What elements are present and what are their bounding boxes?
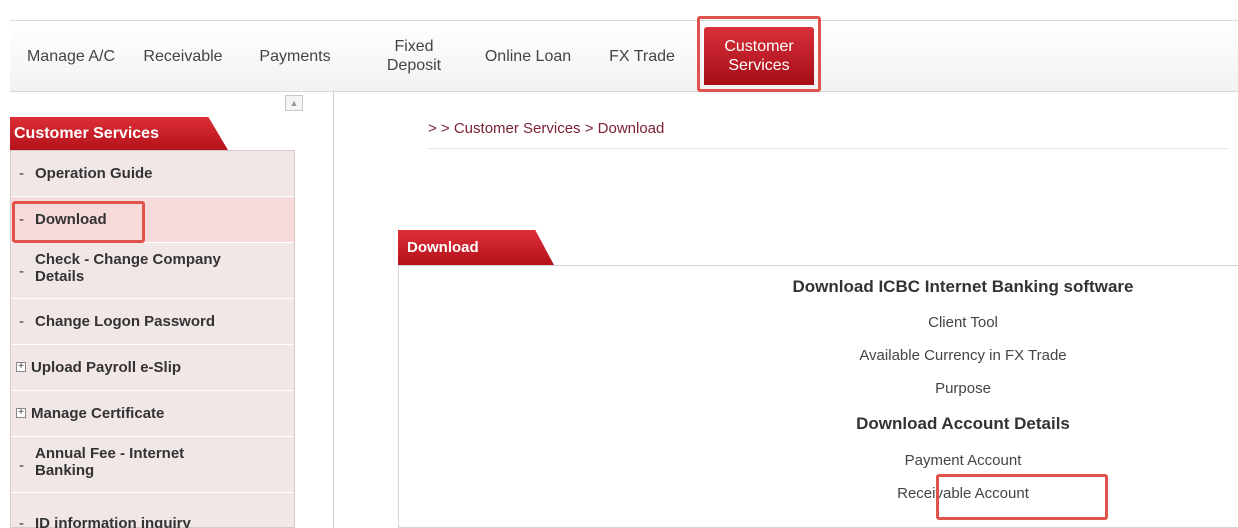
sidebar-item-label-line2: Details xyxy=(35,268,85,285)
purpose-link[interactable]: Purpose xyxy=(688,380,1238,397)
nav-label-line2: Deposit xyxy=(386,57,442,74)
top-navigation: Manage A/C Receivable Payments Fixed Dep… xyxy=(10,20,1238,92)
sidebar-item-manage-certificate[interactable]: + Manage Certificate xyxy=(11,391,294,437)
sidebar-item-label: Operation Guide xyxy=(35,165,153,182)
sidebar-item-label: Upload Payroll e-Slip xyxy=(31,359,182,376)
nav-fixed-deposit[interactable]: Fixed Deposit xyxy=(380,21,448,91)
nav-manage-ac[interactable]: Manage A/C xyxy=(10,21,132,91)
sidebar-item-check-change-company-details[interactable]: - Check - Change Company Details xyxy=(11,243,294,299)
sidebar-item-label-line1: Annual Fee - Internet xyxy=(35,445,185,462)
sidebar-item-label-line1: Check - Change Company xyxy=(35,251,221,268)
sidebar-item-download[interactable]: - Download xyxy=(11,197,294,243)
sidebar-item-change-logon-password[interactable]: - Change Logon Password xyxy=(11,299,294,345)
software-heading: Download ICBC Internet Banking software xyxy=(792,277,1134,296)
dash-icon: - xyxy=(19,515,24,528)
nav-label-line2: Services xyxy=(728,57,790,74)
expand-plus-icon[interactable]: + xyxy=(16,362,26,372)
nav-label: Payments xyxy=(259,47,331,65)
nav-receivable[interactable]: Receivable xyxy=(134,21,232,91)
collapse-up-icon[interactable]: ▲ xyxy=(285,95,303,111)
client-tool-link[interactable]: Client Tool xyxy=(688,314,1238,331)
nav-fx-trade[interactable]: FX Trade xyxy=(602,21,682,91)
nav-label: Online Loan xyxy=(484,47,572,65)
sidebar-header-label: Customer Services xyxy=(14,124,159,142)
sidebar-item-label: Change Logon Password xyxy=(35,313,216,330)
sidebar-item-id-information-inquiry[interactable]: - ID information inquiry xyxy=(11,493,294,528)
dash-icon: - xyxy=(19,211,24,228)
dash-icon: - xyxy=(19,165,24,182)
nav-online-loan[interactable]: Online Loan xyxy=(474,21,582,91)
account-details-heading: Download Account Details xyxy=(856,414,1070,433)
sidebar-item-label: ID information inquiry xyxy=(35,515,191,528)
sidebar-item-annual-fee-internet-banking[interactable]: - Annual Fee - Internet Banking xyxy=(11,437,294,493)
dash-icon: - xyxy=(19,457,24,474)
breadcrumb: > > Customer Services > Download xyxy=(428,120,665,137)
panel-tab-label: Download xyxy=(407,239,479,256)
dash-icon: - xyxy=(19,263,24,280)
download-panel-tab: Download xyxy=(398,230,554,265)
nav-payments[interactable]: Payments xyxy=(252,21,338,91)
sidebar-item-label: Download xyxy=(35,211,107,228)
sidebar-item-operation-guide[interactable]: - Operation Guide xyxy=(11,151,294,197)
receivable-account-link[interactable]: Receivable Account xyxy=(688,485,1238,502)
nav-label-line1: Fixed xyxy=(394,38,434,55)
nav-label: Receivable xyxy=(143,47,223,65)
nav-label: FX Trade xyxy=(609,47,675,65)
nav-customer-services[interactable]: Customer Services xyxy=(704,27,814,85)
nav-label-line1: Customer xyxy=(724,38,794,55)
payment-account-link[interactable]: Payment Account xyxy=(688,452,1238,469)
available-currency-link[interactable]: Available Currency in FX Trade xyxy=(688,347,1238,364)
dash-icon: - xyxy=(19,313,24,330)
nav-label: Manage A/C xyxy=(26,47,116,65)
expand-plus-icon[interactable]: + xyxy=(16,408,26,418)
sidebar-item-upload-payroll-e-slip[interactable]: + Upload Payroll e-Slip xyxy=(11,345,294,391)
sidebar-item-label: Manage Certificate xyxy=(31,405,165,422)
divider xyxy=(428,148,1228,149)
sidebar-item-label-line2: Banking xyxy=(35,462,95,479)
sidebar-menu: - Operation Guide - Download - Check - C… xyxy=(10,150,295,528)
sidebar-header: Customer Services xyxy=(10,117,228,150)
